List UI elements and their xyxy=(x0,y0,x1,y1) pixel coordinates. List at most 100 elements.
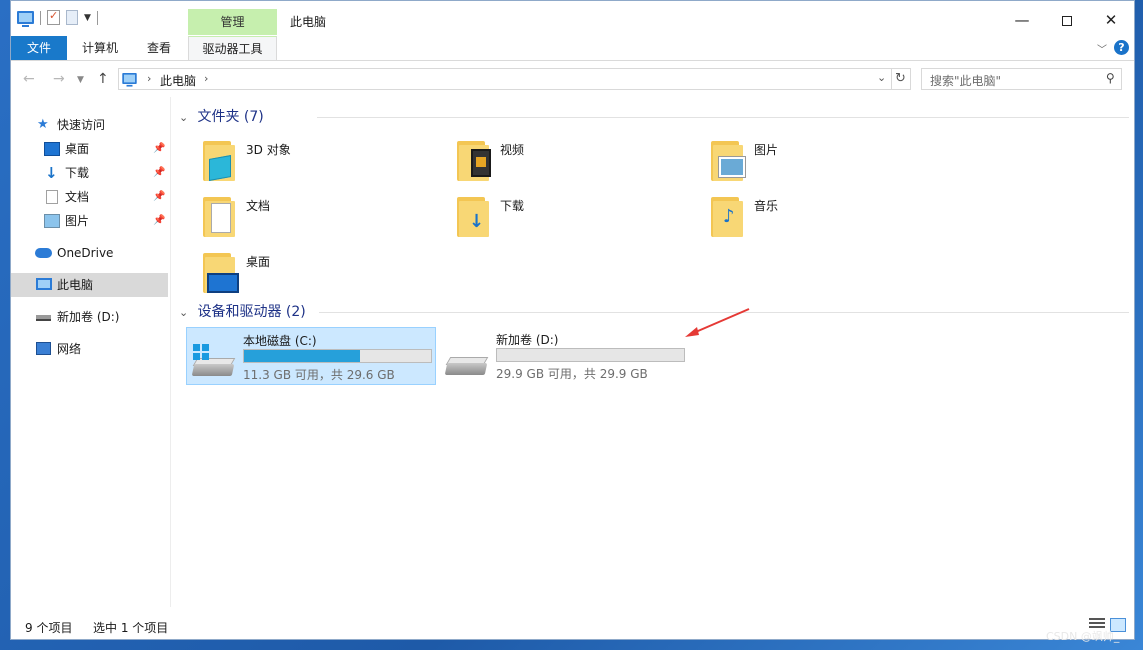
videos-icon xyxy=(451,139,499,183)
folder-desktop[interactable]: 桌面 xyxy=(197,251,437,303)
recent-locations-dropdown[interactable]: ▼ xyxy=(77,75,84,85)
toolbar-separator xyxy=(96,10,98,25)
sidebar-item-quick-access[interactable]: ★ 快速访问 xyxy=(11,113,168,137)
pin-icon[interactable]: 📌 xyxy=(153,161,165,185)
drive-usage-bar xyxy=(496,348,685,362)
refresh-button[interactable]: ↻ xyxy=(891,68,911,90)
sidebar-item-desktop[interactable]: 桌面 📌 xyxy=(11,137,168,161)
folder-videos[interactable]: 视频 xyxy=(451,139,691,191)
network-icon xyxy=(36,342,51,355)
expand-ribbon-icon[interactable]: ﹀ xyxy=(1097,41,1107,56)
selection-count: 选中 1 个项目 xyxy=(93,621,169,635)
music-icon: ♪ xyxy=(705,195,753,239)
breadcrumb-this-pc[interactable]: 此电脑 xyxy=(160,72,196,89)
pin-icon[interactable]: 📌 xyxy=(153,185,165,209)
file-explorer-window: ▼ 管理 此电脑 — ✕ 文件 计算机 查看 驱动器工具 ﹀ ? ← → ▼ ↑… xyxy=(10,0,1135,640)
context-tab-manage[interactable]: 管理 xyxy=(188,9,277,35)
properties-icon[interactable] xyxy=(47,9,60,25)
status-bar: 9 个项目 选中 1 个项目 xyxy=(11,616,1134,640)
tab-computer[interactable]: 计算机 xyxy=(75,36,125,60)
address-bar[interactable]: › 此电脑 › ⌄ xyxy=(118,68,892,90)
sidebar-item-label: 快速访问 xyxy=(57,118,106,132)
pictures-icon xyxy=(705,139,753,183)
desktop-icon xyxy=(44,142,60,156)
drive-icon xyxy=(444,341,489,377)
sidebar-item-label: 文档 xyxy=(65,190,90,204)
toolbar-separator xyxy=(40,10,41,25)
search-icon[interactable]: ⚲ xyxy=(1106,71,1115,85)
document-icon xyxy=(46,190,58,204)
sidebar-item-label: 图片 xyxy=(65,214,90,228)
drive-usage-bar xyxy=(243,349,432,363)
new-folder-icon[interactable] xyxy=(66,10,78,25)
collapse-chevron-icon[interactable]: ⌄ xyxy=(179,303,193,323)
folder-pictures[interactable]: 图片 xyxy=(705,139,945,191)
sidebar-item-volume-d[interactable]: 新加卷 (D:) xyxy=(11,305,168,329)
navigation-pane: ★ 快速访问 桌面 📌 ↓ 下载 📌 文档 📌 图片 📌 OneDrive 此电… xyxy=(11,109,169,609)
folder-label: 文档 xyxy=(246,199,271,213)
drive-name: 新加卷 (D:) xyxy=(496,333,559,347)
close-button[interactable]: ✕ xyxy=(1088,7,1134,33)
folder-3d-objects[interactable]: 3D 对象 xyxy=(197,139,437,191)
folder-label: 3D 对象 xyxy=(246,143,291,157)
picture-icon xyxy=(44,214,60,228)
up-button[interactable]: ↑ xyxy=(97,71,109,87)
maximize-icon xyxy=(1062,15,1072,26)
ribbon-tabs: 文件 计算机 查看 驱动器工具 ﹀ ? xyxy=(11,35,1134,61)
drive-d[interactable]: 新加卷 (D:) 29.9 GB 可用，共 29.9 GB xyxy=(440,327,690,385)
tab-view[interactable]: 查看 xyxy=(139,36,179,60)
navigation-bar: ← → ▼ ↑ › 此电脑 › ⌄ ↻ 搜索"此电脑" ⚲ xyxy=(11,63,1134,95)
help-icon[interactable]: ? xyxy=(1114,40,1129,55)
search-input[interactable]: 搜索"此电脑" ⚲ xyxy=(921,68,1122,90)
drive-name: 本地磁盘 (C:) xyxy=(243,334,317,348)
folder-label: 音乐 xyxy=(754,199,779,213)
window-title: 此电脑 xyxy=(290,15,327,29)
sidebar-item-onedrive[interactable]: OneDrive xyxy=(11,241,168,265)
address-dropdown-icon[interactable]: ⌄ xyxy=(877,71,886,84)
customize-dropdown-icon[interactable]: ▼ xyxy=(84,13,91,23)
breadcrumb-chevron[interactable]: › xyxy=(204,72,208,85)
computer-icon[interactable] xyxy=(17,11,34,27)
pin-icon[interactable]: 📌 xyxy=(153,209,165,233)
sidebar-item-documents[interactable]: 文档 📌 xyxy=(11,185,168,209)
divider xyxy=(317,117,1129,118)
annotation-arrow-icon xyxy=(685,308,750,337)
item-count: 9 个项目 xyxy=(25,621,73,635)
search-placeholder: 搜索"此电脑" xyxy=(930,74,1002,88)
folder-downloads[interactable]: ↓ 下载 xyxy=(451,195,691,247)
sidebar-item-downloads[interactable]: ↓ 下载 📌 xyxy=(11,161,168,185)
sidebar-item-this-pc[interactable]: 此电脑 xyxy=(11,273,168,297)
sidebar-item-pictures[interactable]: 图片 📌 xyxy=(11,209,168,233)
folder-label: 桌面 xyxy=(246,255,271,269)
3d-objects-icon xyxy=(197,139,245,183)
group-header-folders[interactable]: ⌄ 文件夹 (7) xyxy=(179,107,1129,127)
sidebar-item-label: 新加卷 (D:) xyxy=(57,310,120,324)
maximize-button[interactable] xyxy=(1044,7,1090,33)
back-button[interactable]: ← xyxy=(23,71,35,87)
title-bar: ▼ 管理 此电脑 — ✕ xyxy=(11,1,1134,35)
folder-documents[interactable]: 文档 xyxy=(197,195,437,247)
tab-file[interactable]: 文件 xyxy=(11,36,67,60)
drive-space-info: 11.3 GB 可用，共 29.6 GB xyxy=(243,368,395,382)
download-icon: ↓ xyxy=(45,164,58,182)
breadcrumb-chevron[interactable]: › xyxy=(147,72,151,85)
drive-icon xyxy=(36,315,51,321)
group-title: 文件夹 (7) xyxy=(197,109,264,125)
minimize-button[interactable]: — xyxy=(999,7,1045,33)
tab-drive-tools[interactable]: 驱动器工具 xyxy=(188,36,277,60)
drive-usage-fill xyxy=(244,350,360,362)
this-pc-icon xyxy=(122,72,137,87)
this-pc-icon xyxy=(36,278,52,290)
sidebar-item-label: 桌面 xyxy=(65,142,90,156)
drive-c[interactable]: 本地磁盘 (C:) 11.3 GB 可用，共 29.6 GB xyxy=(186,327,436,385)
folder-label: 下载 xyxy=(500,199,525,213)
forward-button[interactable]: → xyxy=(53,71,65,87)
cloud-icon xyxy=(35,248,52,258)
folder-music[interactable]: ♪ 音乐 xyxy=(705,195,945,247)
drive-space-info: 29.9 GB 可用，共 29.9 GB xyxy=(496,367,648,381)
sidebar-item-network[interactable]: 网络 xyxy=(11,337,168,361)
collapse-chevron-icon[interactable]: ⌄ xyxy=(179,108,193,128)
desktop-icon xyxy=(197,251,245,295)
pin-icon[interactable]: 📌 xyxy=(153,137,165,161)
group-header-devices[interactable]: ⌄ 设备和驱动器 (2) xyxy=(179,302,1129,322)
